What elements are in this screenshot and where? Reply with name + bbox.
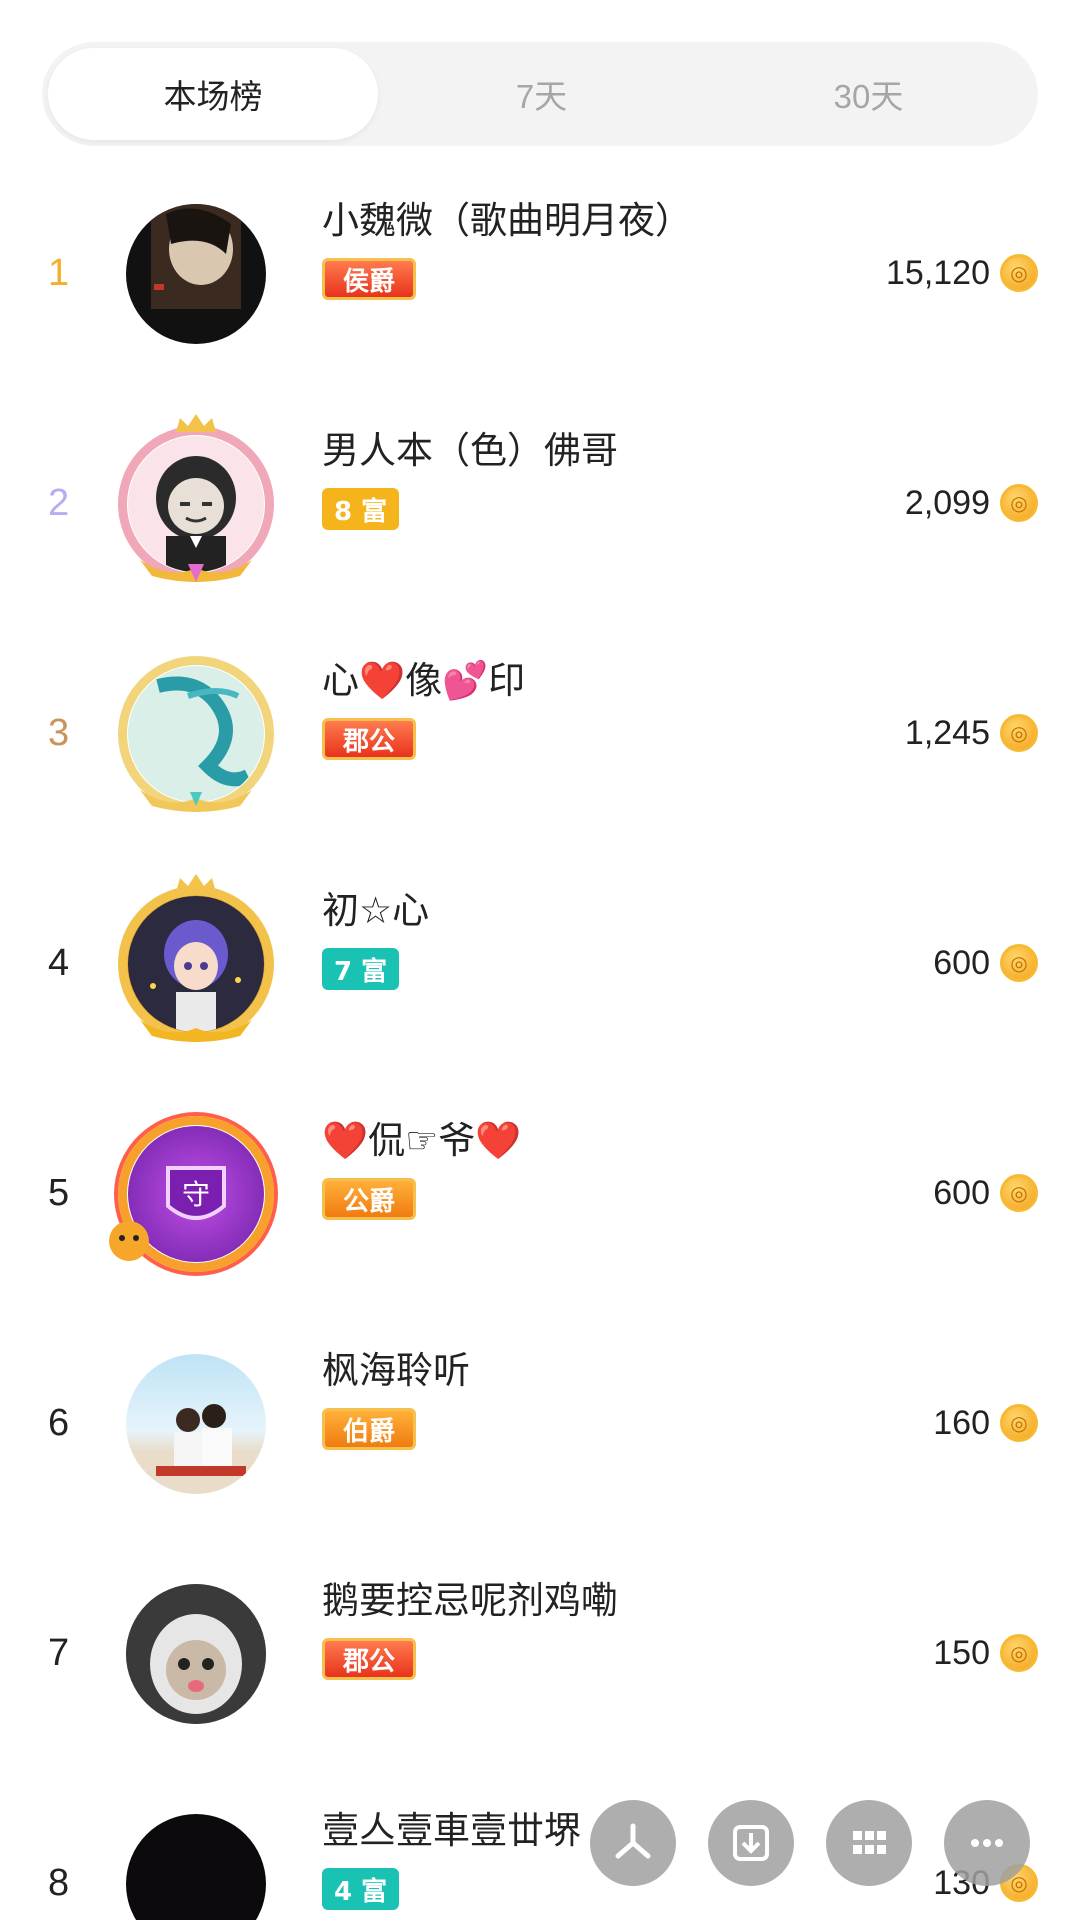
noble-badge: 伯爵 <box>322 1408 417 1450</box>
rich-level-badge: 7 富 <box>322 948 400 990</box>
ranking-row[interactable]: 7 鹅要控忌呢剂鸡嘞 郡公 150 ◎ <box>0 1538 1080 1768</box>
noble-badge: 侯爵 <box>322 258 417 300</box>
score-value: 160 <box>933 1403 990 1442</box>
noble-badge: 郡公 <box>322 1638 417 1680</box>
user-name: 壹亼壹車壹丗堺 <box>322 1809 581 1852</box>
rank-number: 7 <box>48 1631 70 1674</box>
rank-number: 8 <box>48 1861 70 1904</box>
ranking-row[interactable]: 6 枫海聆听 伯爵 160 ◎ <box>0 1308 1080 1538</box>
user-name: 心❤️像💕印 <box>322 659 526 702</box>
download-icon[interactable] <box>708 1800 794 1886</box>
rank-number: 4 <box>48 941 70 984</box>
ranking-row[interactable]: 1 小魏微（歌曲明月夜） 侯爵 15,120 ◎ <box>0 158 1080 388</box>
tab-30-days[interactable]: 30天 <box>705 48 1032 140</box>
tab-7-days[interactable]: 7天 <box>378 48 705 140</box>
tiger-icon <box>109 1221 149 1261</box>
coin-icon: ◎ <box>1000 944 1038 982</box>
rank-number: 3 <box>48 711 70 754</box>
score-value: 150 <box>933 1633 990 1672</box>
ranking-list: 1 小魏微（歌曲明月夜） 侯爵 15,120 ◎ 2 男人本（色）佛哥 8 富 … <box>0 158 1080 1920</box>
wing-ornament-icon <box>140 560 252 582</box>
ranking-row[interactable]: 5 守 ❤️侃☞爷❤️ 公爵 600 ◎ <box>0 1078 1080 1308</box>
rank-number: 2 <box>48 481 70 524</box>
rank-number: 6 <box>48 1401 70 1444</box>
score-value: 600 <box>933 1173 990 1212</box>
wing-ornament-icon <box>140 1020 252 1042</box>
ranking-row[interactable]: 2 男人本（色）佛哥 8 富 2,099 ◎ <box>0 388 1080 618</box>
noble-badge: 公爵 <box>322 1178 417 1220</box>
user-name: 初☆心 <box>322 889 430 932</box>
wing-ornament-icon <box>140 790 252 812</box>
floating-toolbar <box>590 1800 1040 1890</box>
user-name: 男人本（色）佛哥 <box>322 429 618 472</box>
grid-icon[interactable] <box>826 1800 912 1886</box>
score-value: 600 <box>933 943 990 982</box>
user-name: 鹅要控忌呢剂鸡嘞 <box>322 1579 618 1622</box>
avatar[interactable] <box>118 1346 274 1502</box>
noble-badge: 郡公 <box>322 718 417 760</box>
rich-level-badge: 4 富 <box>322 1868 400 1910</box>
tab-this-session[interactable]: 本场榜 <box>48 48 378 140</box>
svg-text:守: 守 <box>182 1178 210 1211</box>
avatar[interactable] <box>118 874 274 1042</box>
ranking-row[interactable]: 3 心❤️像💕印 郡公 1,245 ◎ <box>0 618 1080 848</box>
rank-number: 1 <box>48 251 70 294</box>
avatar[interactable] <box>118 1576 274 1732</box>
coin-icon: ◎ <box>1000 1404 1038 1442</box>
avatar[interactable] <box>118 656 274 812</box>
user-name: 小魏微（歌曲明月夜） <box>322 199 692 242</box>
avatar[interactable] <box>118 1806 274 1920</box>
score-value: 1,245 <box>904 713 990 752</box>
rank-number: 5 <box>48 1171 70 1214</box>
crown-icon <box>176 874 216 892</box>
ranking-row[interactable]: 4 初☆心 7 富 600 ◎ <box>0 848 1080 1078</box>
more-icon[interactable] <box>944 1800 1030 1886</box>
coin-icon: ◎ <box>1000 254 1038 292</box>
pinwheel-icon[interactable] <box>590 1800 676 1886</box>
ranking-tabs: 本场榜 7天 30天 <box>42 42 1038 146</box>
rich-level-badge: 8 富 <box>322 488 400 530</box>
user-name: 枫海聆听 <box>322 1349 470 1392</box>
coin-icon: ◎ <box>1000 714 1038 752</box>
coin-icon: ◎ <box>1000 1174 1038 1212</box>
coin-icon: ◎ <box>1000 484 1038 522</box>
crown-icon <box>176 414 216 432</box>
coin-icon: ◎ <box>1000 1634 1038 1672</box>
user-name: ❤️侃☞爷❤️ <box>322 1119 522 1162</box>
score-value: 15,120 <box>886 253 990 292</box>
avatar[interactable] <box>118 196 274 352</box>
score-value: 2,099 <box>904 483 990 522</box>
avatar[interactable] <box>118 414 274 582</box>
avatar[interactable]: 守 <box>109 1116 274 1272</box>
